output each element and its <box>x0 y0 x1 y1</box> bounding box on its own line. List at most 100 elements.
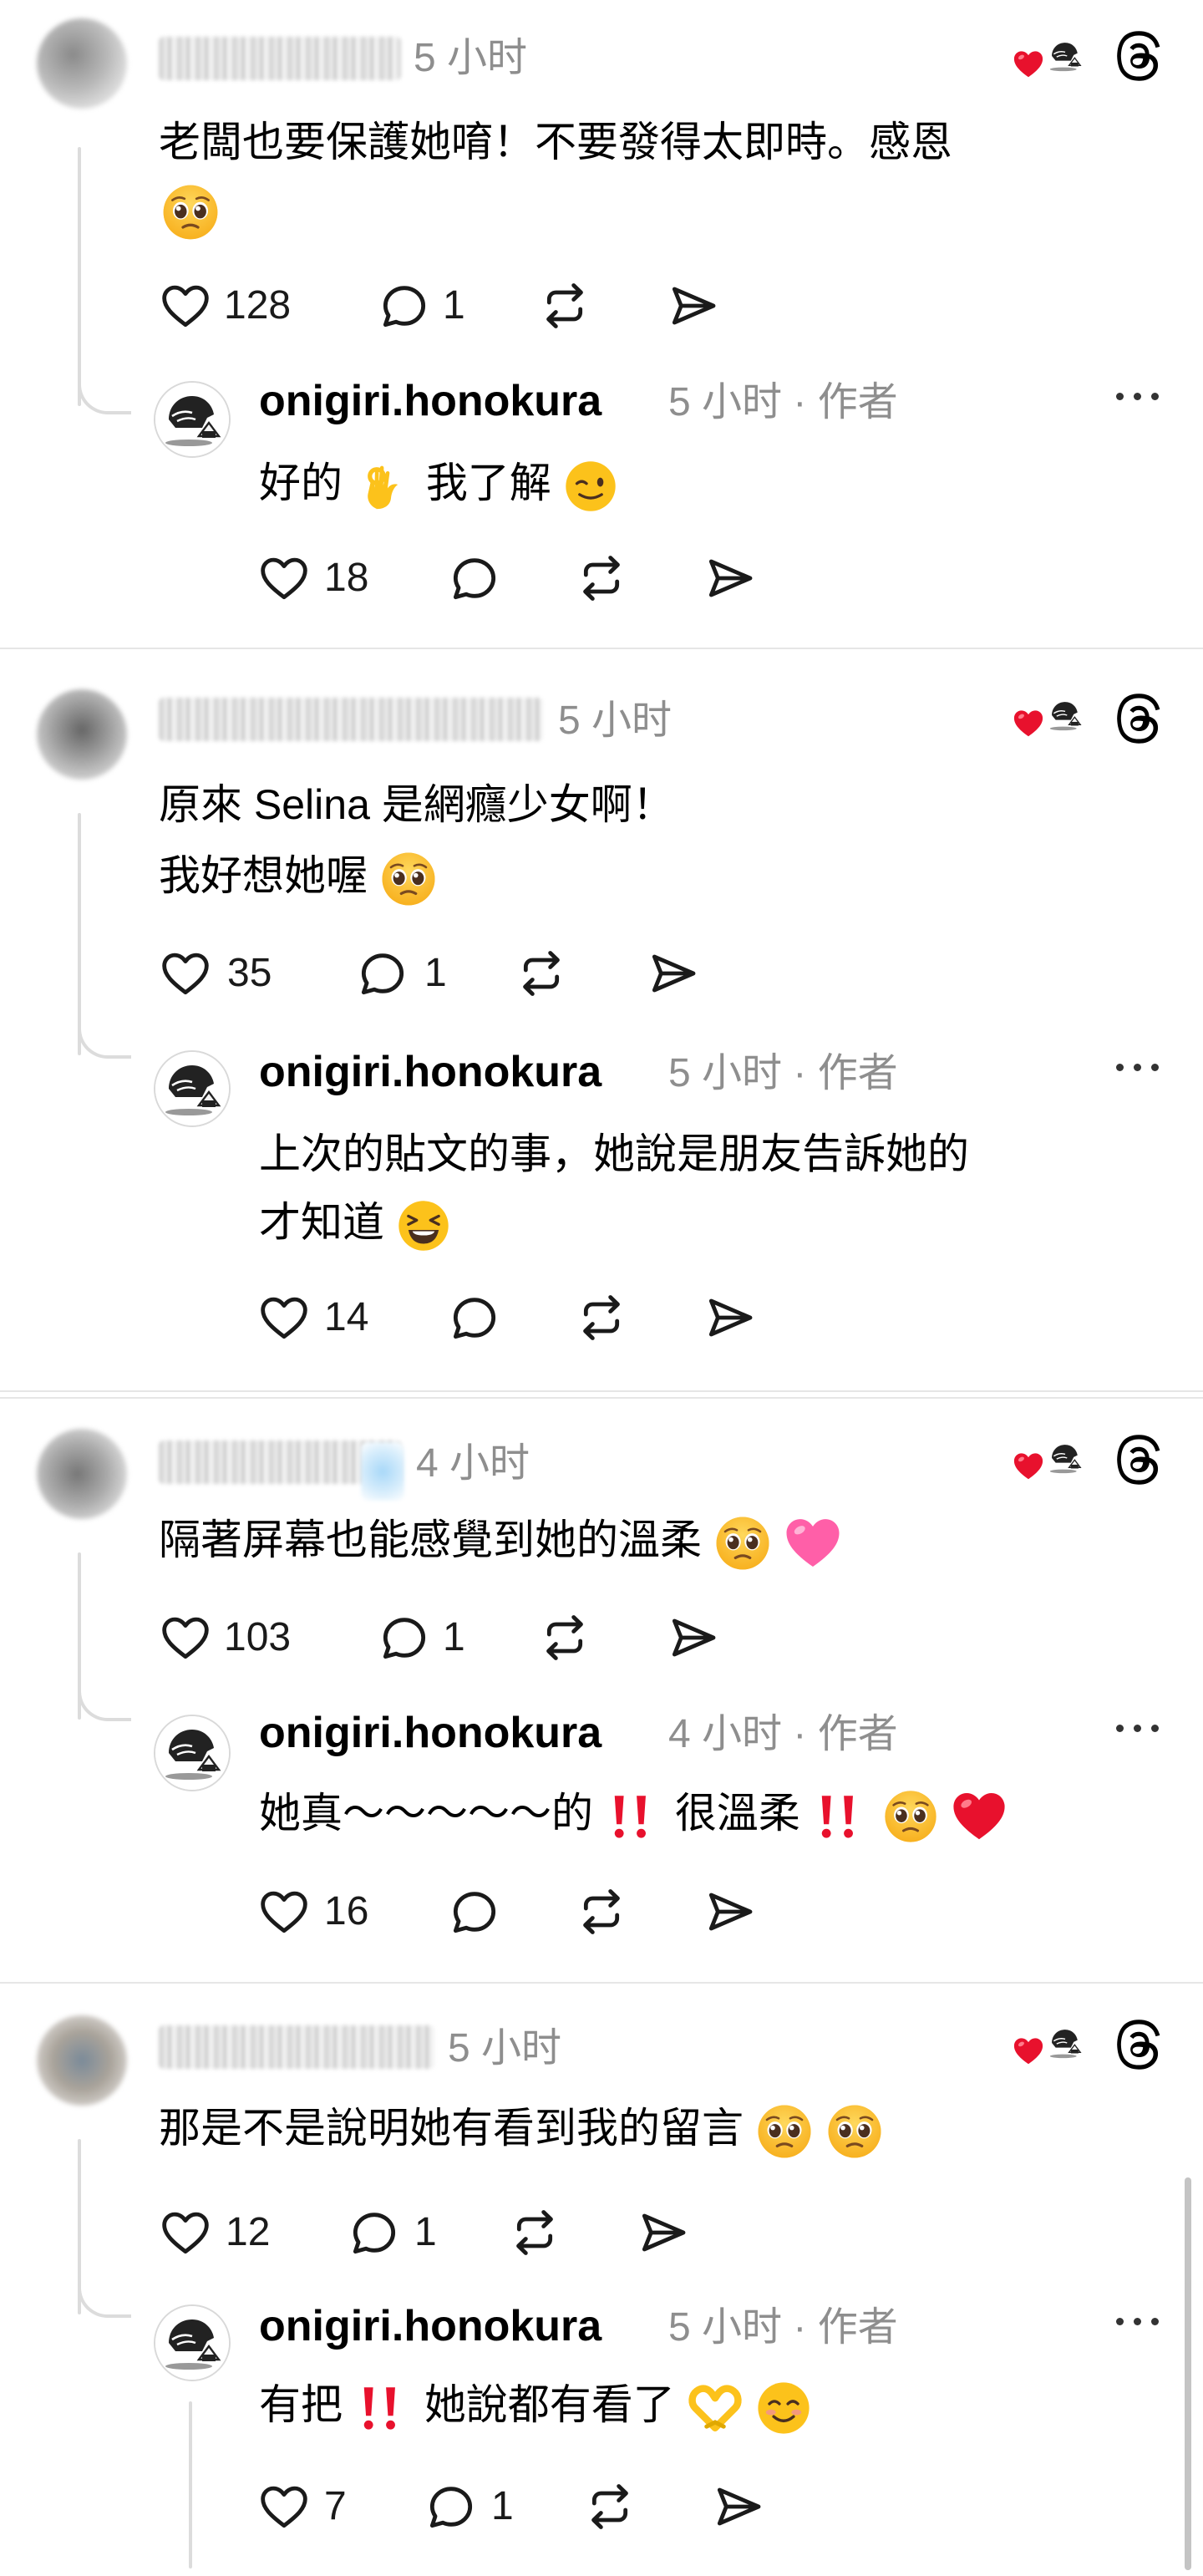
like-icon[interactable] <box>159 1611 212 1664</box>
like-icon[interactable] <box>159 2206 212 2259</box>
more-options-icon[interactable] <box>1116 1060 1166 1085</box>
author-avatar[interactable] <box>154 1050 231 1127</box>
commenter-username[interactable] <box>159 2025 434 2069</box>
share-icon[interactable] <box>703 1885 757 1938</box>
like-icon[interactable] <box>257 1885 311 1938</box>
repost-icon[interactable] <box>538 279 591 333</box>
threads-logo-icon[interactable] <box>1113 1434 1165 1486</box>
like-icon[interactable] <box>257 2480 311 2533</box>
repost-icon[interactable] <box>575 1885 628 1938</box>
reply-username[interactable]: onigiri.honokura <box>259 1708 602 1758</box>
reply-count: 1 <box>443 1615 465 1659</box>
share-icon[interactable] <box>712 2480 765 2533</box>
separator <box>0 1390 1203 1392</box>
liked-by-author-badge <box>1013 33 1088 80</box>
reply-meta: 5 小时 · 作者 <box>668 2305 898 2350</box>
comment-text: 老闆也要保護她唷！不要發得太即時。感恩 <box>159 119 952 165</box>
pleading-face-icon <box>755 2102 814 2161</box>
reply-count: 1 <box>424 951 447 995</box>
more-options-icon[interactable] <box>1116 389 1166 414</box>
comment-text: 那是不是說明她有看到我的留言 <box>159 2102 884 2161</box>
repost-icon[interactable] <box>575 551 628 605</box>
reply-count: 1 <box>491 2484 514 2528</box>
share-icon[interactable] <box>667 1611 720 1664</box>
reply-count: 1 <box>443 283 465 328</box>
like-icon[interactable] <box>159 947 212 1000</box>
reply-text: 好的 我了解 <box>259 458 618 514</box>
liked-by-author-badge <box>1013 2020 1088 2067</box>
repost-icon[interactable] <box>575 1291 628 1344</box>
repost-icon[interactable] <box>583 2480 637 2533</box>
reply-username[interactable]: onigiri.honokura <box>259 2301 602 2351</box>
reply-icon[interactable] <box>448 1291 501 1344</box>
author-avatar-icon <box>1043 1435 1088 1481</box>
reply-icon[interactable] <box>348 2206 401 2259</box>
commenter-avatar[interactable] <box>37 689 127 780</box>
share-icon[interactable] <box>667 279 720 333</box>
like-icon[interactable] <box>159 279 212 333</box>
reply-meta: 5 小时 · 作者 <box>668 380 898 424</box>
reply-icon[interactable] <box>378 1611 431 1664</box>
thread-curve <box>78 1674 131 1721</box>
comment-actions: 103 1 <box>159 1608 760 1666</box>
comment-text-line: 原來 Selina 是網癮少女啊！ <box>159 781 674 828</box>
repost-icon[interactable] <box>515 947 568 1000</box>
smiling-face-icon <box>755 2380 812 2436</box>
author-avatar[interactable] <box>154 1715 231 1791</box>
commenter-avatar[interactable] <box>37 2015 127 2106</box>
like-count: 7 <box>324 2484 347 2528</box>
author-avatar-icon <box>1043 2020 1088 2065</box>
comment-text-line: 我好想她喔 <box>159 850 438 908</box>
comment-thread: 5 小时 老闆也要保護她唷！不要發得太即時。感恩 128 1 onigiri.h… <box>0 0 1203 648</box>
reply-text: 有把 她說都有看了 <box>259 2380 812 2436</box>
like-count: 14 <box>324 1295 369 1339</box>
like-count: 128 <box>224 283 292 328</box>
commenter-username[interactable] <box>159 698 543 741</box>
reply-username[interactable]: onigiri.honokura <box>259 376 602 426</box>
reply-icon[interactable] <box>378 279 431 333</box>
repost-icon[interactable] <box>508 2206 561 2259</box>
reply-thread-line <box>189 2401 192 2568</box>
commenter-avatar[interactable] <box>37 1429 127 1519</box>
commenter-username[interactable] <box>159 37 401 80</box>
author-avatar-icon <box>1043 33 1088 79</box>
share-icon[interactable] <box>647 947 700 1000</box>
like-count: 12 <box>226 2210 271 2254</box>
commenter-avatar[interactable] <box>37 18 127 109</box>
red-heart-icon <box>1013 1451 1044 1482</box>
comment-actions: 12 1 <box>159 2203 760 2261</box>
pleading-face-icon <box>379 850 438 908</box>
repost-icon[interactable] <box>538 1611 591 1664</box>
more-options-icon[interactable] <box>1116 1721 1166 1746</box>
author-avatar[interactable] <box>154 381 231 458</box>
pleading-face-icon <box>825 2102 884 2161</box>
author-avatar-icon <box>1043 693 1088 738</box>
share-icon[interactable] <box>703 551 757 605</box>
share-icon[interactable] <box>637 2206 690 2259</box>
share-icon[interactable] <box>703 1291 757 1344</box>
reply-icon[interactable] <box>356 947 409 1000</box>
red-heart-icon <box>1013 2035 1044 2067</box>
comment-time: 4 小时 <box>416 1441 530 1486</box>
ok-hand-icon <box>359 461 409 511</box>
thread-curve <box>78 1012 131 1059</box>
like-icon[interactable] <box>257 1291 311 1344</box>
threads-logo-icon[interactable] <box>1113 693 1165 744</box>
thread-curve <box>78 368 131 414</box>
comment-actions: 35 1 <box>159 943 760 1002</box>
reply-icon[interactable] <box>448 551 501 605</box>
verified-badge-icon <box>361 1442 404 1501</box>
reply-icon[interactable] <box>448 1885 501 1938</box>
reply-count: 1 <box>414 2210 437 2254</box>
threads-logo-icon[interactable] <box>1113 2019 1165 2070</box>
scrollbar[interactable] <box>1185 2177 1191 2570</box>
like-count: 103 <box>224 1615 292 1659</box>
double-exclamation-icon <box>815 1791 867 1842</box>
reply-icon[interactable] <box>424 2480 478 2533</box>
threads-logo-icon[interactable] <box>1113 30 1165 82</box>
like-icon[interactable] <box>257 551 311 605</box>
more-options-icon[interactable] <box>1116 2314 1166 2340</box>
pleading-face-icon <box>713 1514 772 1573</box>
author-avatar[interactable] <box>154 2304 231 2381</box>
reply-username[interactable]: onigiri.honokura <box>259 1047 602 1097</box>
